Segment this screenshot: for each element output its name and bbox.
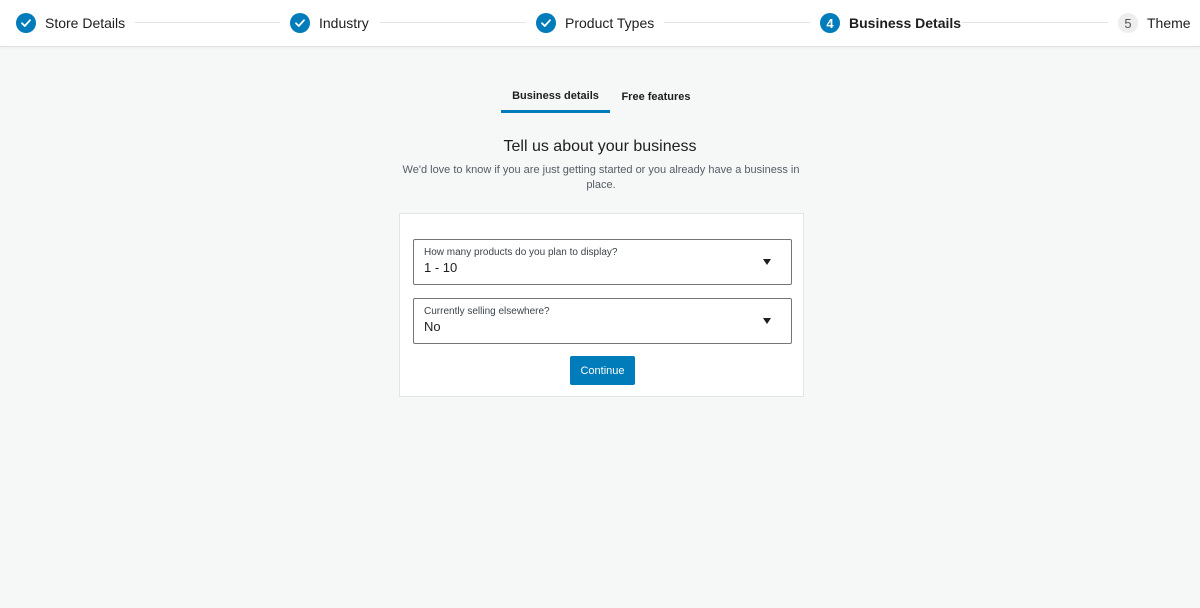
- step-connector: [962, 22, 1108, 23]
- step-connector: [135, 22, 280, 23]
- step-label: Theme: [1147, 15, 1191, 31]
- select-label: Currently selling elsewhere?: [424, 306, 550, 317]
- checkmark-icon: [536, 13, 556, 33]
- selling-elsewhere-select[interactable]: Currently selling elsewhere? No: [413, 298, 792, 344]
- step-industry[interactable]: Industry: [290, 12, 369, 34]
- step-label: Business Details: [849, 15, 962, 31]
- setup-stepper: Store Details Industry Product Types 4 B…: [0, 0, 1200, 47]
- step-store-details[interactable]: Store Details: [16, 12, 125, 34]
- page-subtitle: We'd love to know if you are just gettin…: [402, 164, 800, 191]
- business-details-card: How many products do you plan to display…: [399, 213, 804, 397]
- step-business-details[interactable]: 4 Business Details: [820, 12, 961, 34]
- step-connector: [380, 22, 526, 23]
- tab-free-features[interactable]: Free features: [614, 80, 698, 113]
- tab-business-details[interactable]: Business details: [501, 80, 610, 113]
- step-number-badge: 4: [820, 13, 840, 33]
- continue-button[interactable]: Continue: [570, 356, 635, 385]
- profile-tabs: Business details Free features: [0, 80, 1200, 116]
- select-label: How many products do you plan to display…: [424, 247, 618, 258]
- step-label: Industry: [319, 15, 369, 31]
- step-theme[interactable]: 5 Theme: [1118, 12, 1191, 34]
- step-number-badge: 5: [1118, 13, 1138, 33]
- caret-down-icon: [763, 259, 771, 265]
- step-product-types[interactable]: Product Types: [536, 12, 654, 34]
- step-label: Store Details: [45, 15, 126, 31]
- select-value: No: [424, 319, 441, 334]
- caret-down-icon: [763, 318, 771, 324]
- step-connector: [664, 22, 810, 23]
- page-title: Tell us about your business: [503, 138, 697, 155]
- products-count-select[interactable]: How many products do you plan to display…: [413, 239, 792, 285]
- select-value: 1 - 10: [424, 260, 458, 275]
- checkmark-icon: [290, 13, 310, 33]
- step-label: Product Types: [565, 15, 655, 31]
- checkmark-icon: [16, 13, 36, 33]
